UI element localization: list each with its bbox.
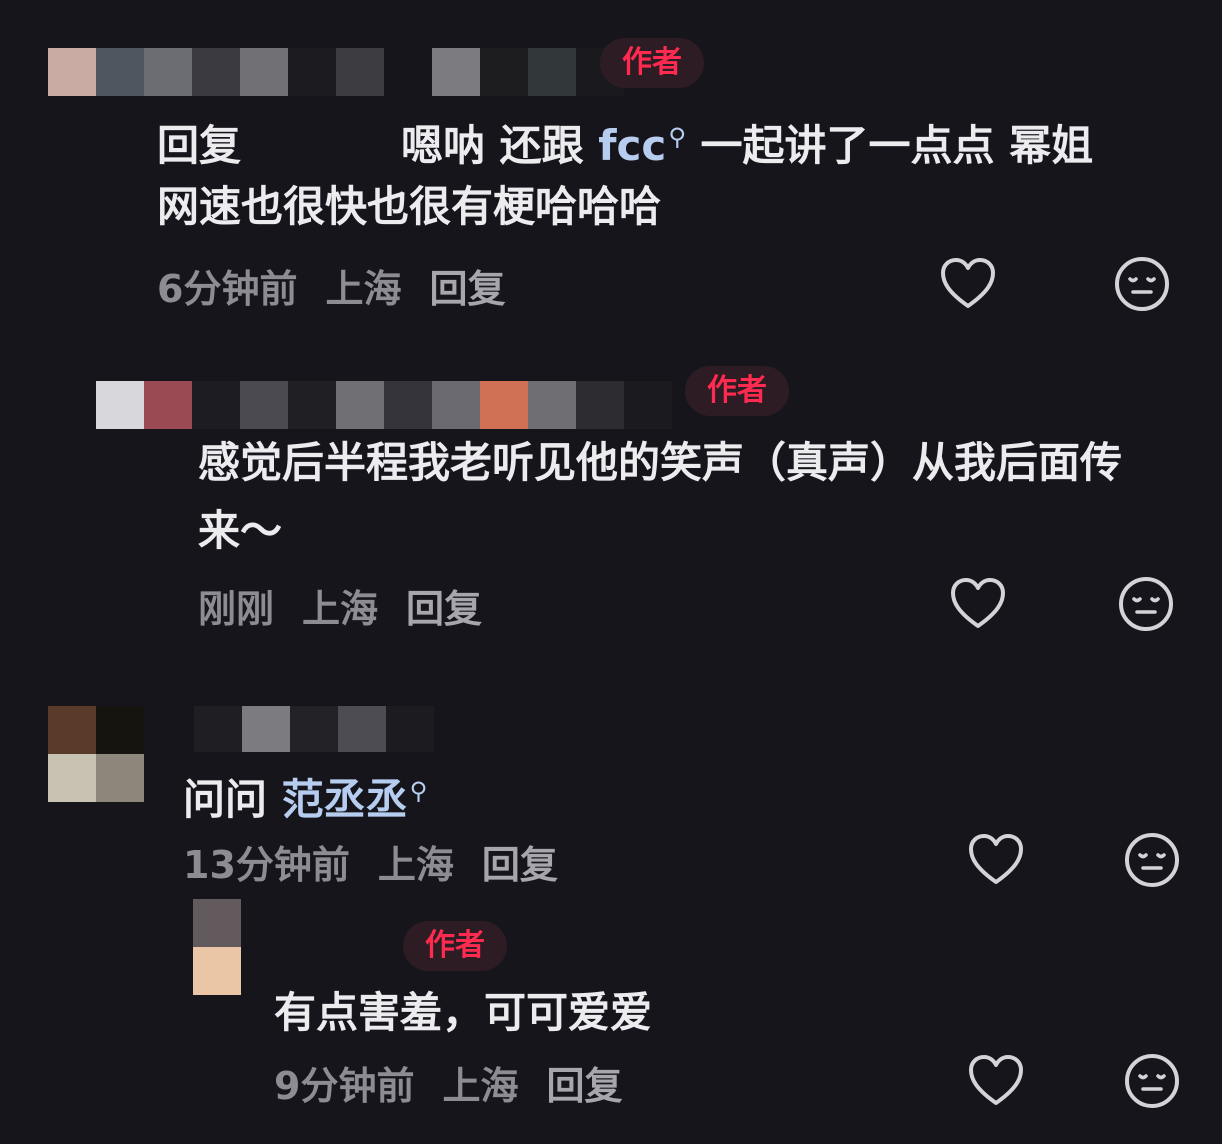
heart-icon[interactable] bbox=[948, 574, 1008, 634]
author-badge: 作者 bbox=[403, 921, 507, 971]
reply-button[interactable]: 回复 bbox=[546, 1064, 622, 1108]
comment-text-part: 嗯呐 还跟 bbox=[401, 121, 599, 170]
reply-prefix: 回复 bbox=[157, 121, 242, 170]
timestamp: 9分钟前 bbox=[274, 1064, 415, 1108]
username-censored[interactable] bbox=[194, 706, 434, 752]
location: 上海 bbox=[302, 587, 379, 631]
neutral-face-icon[interactable] bbox=[1122, 1051, 1182, 1111]
neutral-face-icon[interactable] bbox=[1116, 574, 1176, 634]
comment-text-line2: 来～ bbox=[198, 506, 283, 555]
heart-icon[interactable] bbox=[938, 254, 998, 314]
comment-meta: 13分钟前 上海 回复 bbox=[183, 834, 586, 889]
neutral-face-icon[interactable] bbox=[1122, 830, 1182, 890]
timestamp: 13分钟前 bbox=[183, 843, 350, 887]
author-badge: 作者 bbox=[600, 38, 704, 88]
mention-link[interactable]: fcc bbox=[598, 121, 666, 170]
avatar[interactable] bbox=[48, 706, 144, 802]
comment-text-line2: 网速也很快也很有梗哈哈哈 bbox=[157, 182, 662, 231]
timestamp: 6分钟前 bbox=[157, 267, 298, 311]
comment-text: 回复 嗯呐 还跟 fcc⚲ 一起讲了一点点 幂姐 bbox=[157, 102, 1093, 181]
comment-text: 问问 范丞丞⚲ bbox=[183, 756, 427, 835]
search-icon[interactable]: ⚲ bbox=[410, 777, 428, 805]
comment-list: 作者 回复 嗯呐 还跟 fcc⚲ 一起讲了一点点 幂姐 网速也很快也很有梗哈哈哈 … bbox=[0, 0, 1222, 1144]
comment-text: 感觉后半程我老听见他的笑声（真声）从我后面传 bbox=[198, 438, 1123, 487]
timestamp: 刚刚 bbox=[198, 587, 275, 631]
username-censored[interactable] bbox=[96, 381, 672, 429]
location: 上海 bbox=[377, 843, 454, 887]
reply-button[interactable]: 回复 bbox=[406, 587, 482, 631]
heart-icon[interactable] bbox=[966, 1051, 1026, 1111]
avatar[interactable] bbox=[193, 899, 241, 995]
comment-text-part: 一起讲了一点点 幂姐 bbox=[685, 121, 1094, 170]
comment-meta: 9分钟前 上海 回复 bbox=[274, 1055, 650, 1110]
comment-meta: 6分钟前 上海 回复 bbox=[157, 258, 533, 313]
reply-button[interactable]: 回复 bbox=[482, 843, 558, 887]
author-badge: 作者 bbox=[685, 366, 789, 416]
heart-icon[interactable] bbox=[966, 830, 1026, 890]
search-icon[interactable]: ⚲ bbox=[668, 123, 686, 151]
reply-button[interactable]: 回复 bbox=[429, 267, 505, 311]
comment-text: 有点害羞，可可爱爱 bbox=[274, 988, 653, 1037]
comment-meta: 刚刚 上海 回复 bbox=[198, 578, 510, 633]
mention-link[interactable]: 范丞丞 bbox=[282, 775, 408, 824]
neutral-face-icon[interactable] bbox=[1112, 254, 1172, 314]
username-censored[interactable] bbox=[48, 48, 624, 96]
location: 上海 bbox=[442, 1064, 519, 1108]
location: 上海 bbox=[325, 267, 402, 311]
comment-text-part: 问问 bbox=[183, 775, 282, 824]
